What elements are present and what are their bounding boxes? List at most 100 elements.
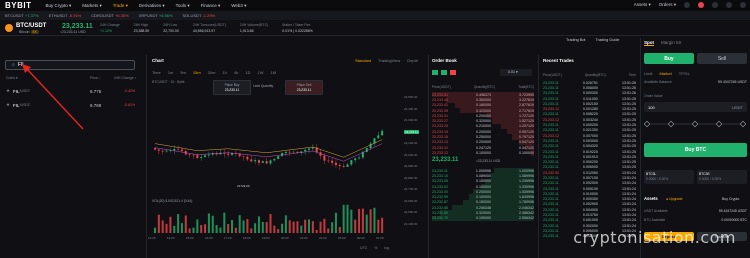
- tab-standard[interactable]: Standard: [355, 58, 371, 63]
- stat-label: 24H Turnover(USDT): [192, 23, 226, 27]
- orderbook-row[interactable]: 23,232.70 0.190000 2.556342: [432, 215, 534, 221]
- volume-bar: [254, 223, 257, 233]
- trading-bot-link[interactable]: Trading Bot: [566, 38, 586, 42]
- trade-price: 23,233.11: [543, 80, 559, 85]
- ticker-item[interactable]: ETHUSDT -6.91%: [49, 13, 82, 18]
- stat-value: 22,700.00: [163, 29, 179, 33]
- percent-toggle[interactable]: %: [374, 246, 377, 250]
- assets-menu[interactable]: Assets ▾: [634, 2, 651, 8]
- change-col-header[interactable]: 24H Change ↕: [114, 76, 136, 80]
- nav-item[interactable]: Finance ▾: [201, 3, 221, 9]
- volume-bar: [196, 219, 199, 233]
- buy-crypto-link[interactable]: Buy Crypto: [722, 197, 739, 201]
- price-col-header[interactable]: Price ↕: [90, 76, 101, 80]
- trading-guide-link[interactable]: Trading Guide: [596, 38, 620, 42]
- buy-btc-button[interactable]: Buy BTC: [644, 143, 747, 157]
- nav-item[interactable]: Derivatives ▾: [139, 3, 165, 9]
- btc3s-card[interactable]: BTC3S 0.0000 / 0.00%: [697, 170, 747, 184]
- nav-item[interactable]: Trade ▾: [113, 3, 128, 9]
- tab-market[interactable]: Market: [659, 71, 671, 76]
- candle-body: [334, 162, 337, 165]
- trade-qty: 0.000200: [582, 160, 598, 165]
- stat-label: Maker / Taker Fee: [282, 23, 311, 27]
- btc3l-card[interactable]: BTC3L 0.0000 / 0.00%: [644, 170, 694, 184]
- interval-tab[interactable]: 30m: [208, 70, 216, 75]
- order-value-input[interactable]: 100 USDT: [644, 102, 747, 112]
- orders-menu[interactable]: Orders ▾: [659, 2, 676, 8]
- utc-toggle[interactable]: UTC: [360, 246, 367, 250]
- volume-bar: [204, 224, 207, 233]
- interval-tab[interactable]: 4h: [234, 70, 238, 75]
- interval-tab[interactable]: 1M: [270, 70, 276, 75]
- ticker-item[interactable]: BTCUSDT +7.37%: [5, 13, 39, 18]
- interval-tab[interactable]: 1W: [257, 70, 263, 75]
- interval-tab[interactable]: 1D: [245, 70, 250, 75]
- ticker-item[interactable]: CDROUSDT +6.35%: [91, 13, 128, 18]
- trade-qty: 0.001000: [582, 218, 598, 223]
- ticker-symbol: CDROUSDT: [91, 13, 115, 18]
- candle-body: [261, 161, 264, 163]
- precision-select[interactable]: 0.01 ▾: [500, 69, 532, 76]
- trade-row: 23,233.12 0.003240 13:51:25: [543, 117, 636, 122]
- coins-col-header[interactable]: Coins ▾: [6, 76, 18, 80]
- volume-bar: [284, 215, 287, 233]
- orderbook-price: 23,232.85: [432, 205, 448, 210]
- trade-price: 23,233.11: [543, 96, 559, 101]
- tab-margin[interactable]: Margin 5X: [661, 40, 682, 46]
- notification-bell-icon[interactable]: [698, 2, 704, 8]
- buy-toggle-button[interactable]: Buy: [644, 53, 694, 64]
- globe-icon[interactable]: [726, 2, 732, 8]
- upgrade-link[interactable]: ● Upgrade: [666, 197, 683, 201]
- nav-item[interactable]: Buy Crypto ▾: [46, 3, 72, 9]
- trade-row: 23,233.11 0.010000 13:51:24: [543, 191, 636, 196]
- candlestick-chart[interactable]: [150, 93, 400, 243]
- tab-depth[interactable]: Depth: [407, 58, 418, 63]
- trade-qty: 0.012060: [583, 170, 598, 175]
- trade-qty: 0.004000: [582, 207, 598, 212]
- log-toggle[interactable]: log: [384, 246, 389, 250]
- orderbook-price: 23,233.00: [432, 189, 448, 194]
- star-icon[interactable]: ★: [6, 88, 10, 94]
- bybit-logo[interactable]: BYBIT: [5, 1, 32, 10]
- tab-limit[interactable]: Limit: [644, 71, 652, 76]
- interval-tab[interactable]: 5m: [180, 70, 186, 75]
- volume-bar: [165, 223, 168, 233]
- tab-spot[interactable]: Spot: [644, 40, 654, 46]
- price-axis-label: 23,300.00: [404, 118, 418, 122]
- volume-bar: [184, 215, 187, 233]
- candle-body: [323, 155, 326, 161]
- nav-item[interactable]: Markets ▾: [82, 3, 102, 9]
- user-avatar-icon[interactable]: [684, 2, 690, 8]
- percentage-slider[interactable]: [644, 120, 747, 128]
- stat-value: 23,388.50: [133, 29, 150, 33]
- ticker-item[interactable]: SOLUSDT -1.29%: [183, 13, 216, 18]
- volume-bar: [381, 217, 384, 233]
- limit-quantity-label[interactable]: Limit Quantity: [253, 84, 273, 88]
- volume-bar: [231, 219, 233, 233]
- nav-item[interactable]: Tools ▾: [176, 3, 190, 9]
- trade-row: 23,233.11 0.001910 13:51:25: [543, 154, 636, 159]
- interval-tab[interactable]: 15m: [193, 70, 201, 75]
- settings-icon[interactable]: [740, 2, 746, 8]
- interval-tab[interactable]: Time: [152, 70, 161, 75]
- volume-bar: [277, 229, 280, 233]
- sell-toggle-button[interactable]: Sell: [697, 53, 747, 64]
- star-icon[interactable]: ★: [6, 102, 10, 108]
- interval-tab[interactable]: 1m: [168, 70, 174, 75]
- tab-tradingview[interactable]: TradingView: [378, 58, 400, 63]
- both-view-icon[interactable]: [432, 70, 438, 75]
- trade-time: 13:51:25: [621, 101, 636, 106]
- interval-tab[interactable]: 1h: [222, 70, 226, 75]
- bids-view-icon[interactable]: [441, 70, 447, 75]
- tab-tpsl[interactable]: TP/SL: [679, 71, 690, 76]
- orderbook-row[interactable]: 23,233.12 0.100000 0.100000: [432, 150, 534, 156]
- asks-view-icon[interactable]: [450, 70, 456, 75]
- candle-body: [358, 157, 361, 159]
- nav-item[interactable]: Web3 ▾: [231, 3, 246, 9]
- trade-time: 13:51:24: [621, 213, 636, 218]
- volume-bar: [311, 221, 314, 233]
- ticker-item[interactable]: XRPUSDT +6.56%: [139, 13, 173, 18]
- pair-title[interactable]: BTC/USDT: [16, 23, 46, 29]
- trade-price: 23,233.12: [543, 133, 559, 138]
- download-icon[interactable]: [712, 2, 718, 8]
